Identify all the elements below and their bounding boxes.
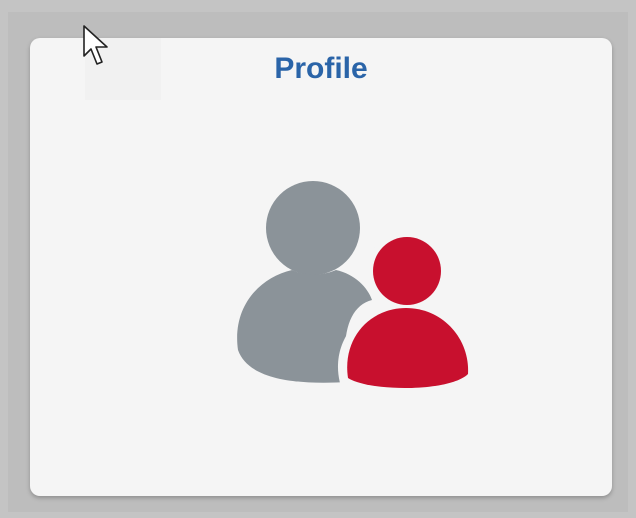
profile-tile[interactable]: Profile — [30, 38, 612, 496]
front-person-head — [373, 237, 441, 305]
mouse-pointer-icon — [83, 25, 108, 65]
back-person-head — [266, 181, 360, 275]
people-icon — [237, 181, 475, 389]
page-frame: Profile — [0, 0, 636, 518]
